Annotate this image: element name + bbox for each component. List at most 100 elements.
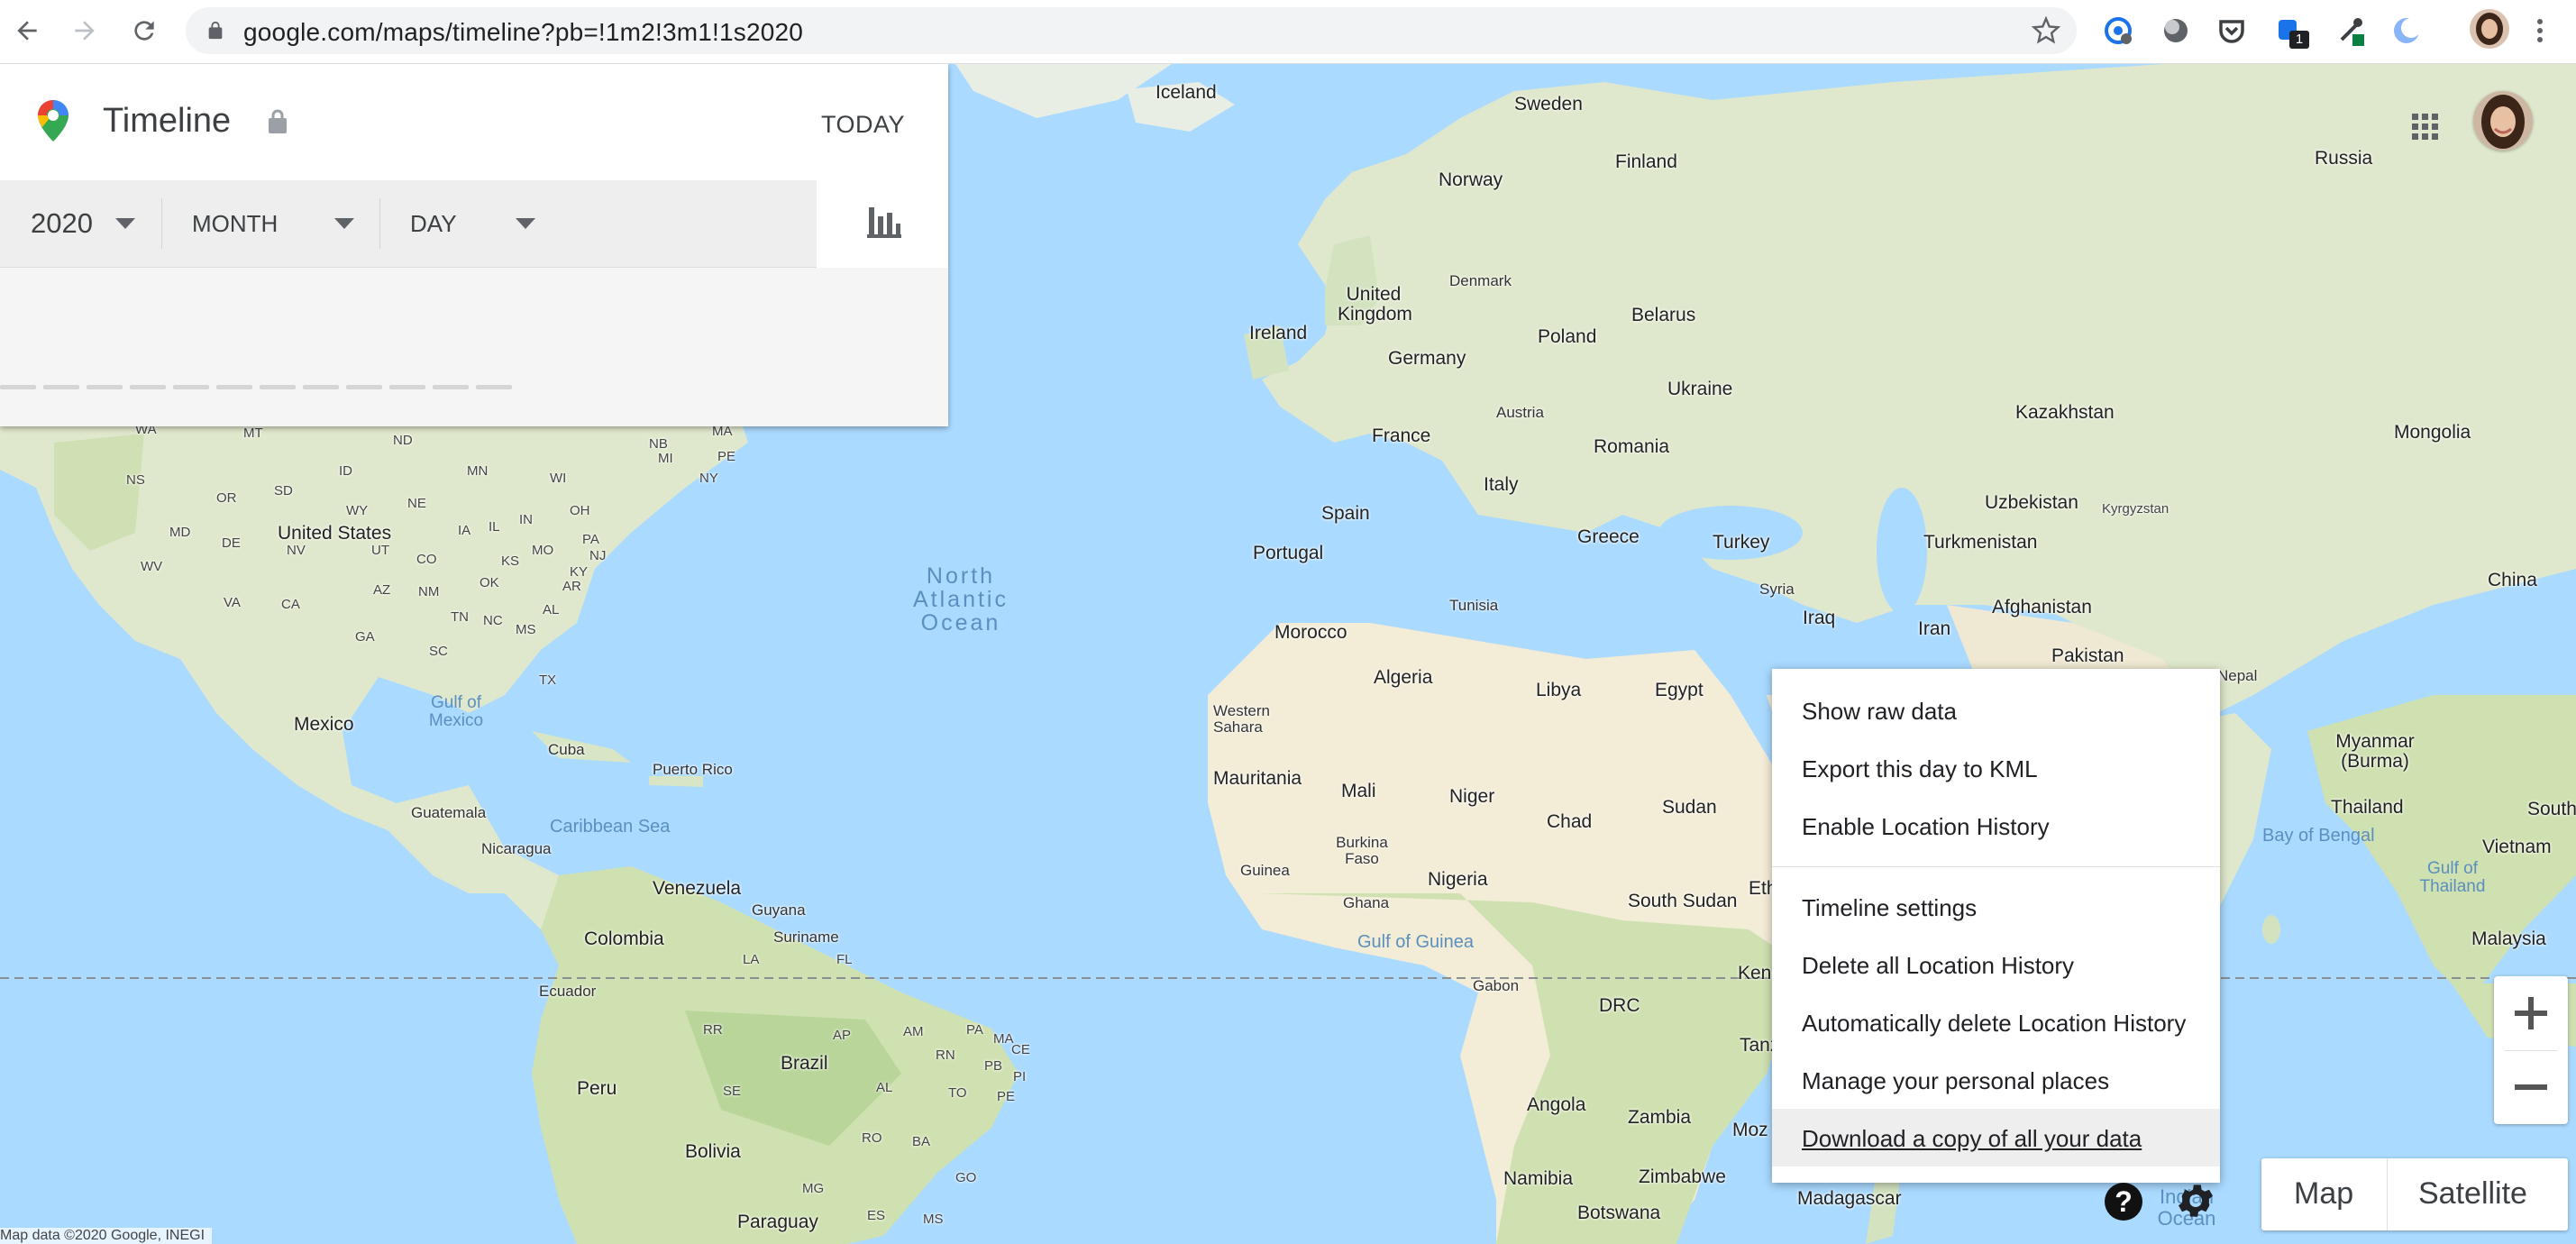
extension-tools-icon[interactable] bbox=[2334, 14, 2367, 47]
gear-icon bbox=[2179, 1185, 2213, 1217]
map-label: South bbox=[2527, 799, 2576, 819]
map-label: Nicaragua bbox=[481, 840, 552, 857]
settings-gear-button[interactable] bbox=[2174, 1179, 2217, 1222]
back-button[interactable] bbox=[9, 13, 45, 49]
menu-item-export-kml[interactable]: Export this day to KML bbox=[1772, 739, 2220, 797]
sea-label: Bay of Bengal bbox=[2262, 826, 2375, 846]
state-label: MG bbox=[802, 1181, 825, 1196]
state-label: PA bbox=[582, 532, 599, 547]
sea-label: Gulf of Thailand bbox=[2419, 859, 2486, 896]
map-type-control: Map Satellite bbox=[2261, 1158, 2568, 1230]
profile-avatar[interactable] bbox=[2470, 9, 2509, 49]
state-label: KY bbox=[570, 564, 589, 580]
map-label: China bbox=[2488, 570, 2537, 590]
day-bar[interactable] bbox=[43, 385, 79, 389]
zoom-in-button[interactable] bbox=[2494, 976, 2568, 1050]
state-label: NM bbox=[418, 584, 440, 599]
map-label: Portugal bbox=[1253, 543, 1324, 563]
map-label: Burkina Faso bbox=[1336, 834, 1388, 867]
map-label: Madagascar bbox=[1797, 1188, 1902, 1209]
month-dropdown[interactable]: MONTH bbox=[192, 180, 372, 267]
pocket-icon[interactable] bbox=[2215, 14, 2248, 47]
forward-button[interactable] bbox=[67, 13, 103, 49]
star-icon[interactable] bbox=[2032, 16, 2060, 45]
arrow-right-icon bbox=[75, 21, 95, 41]
menu-item-timeline-settings[interactable]: Timeline settings bbox=[1772, 878, 2220, 936]
state-label: NY bbox=[699, 471, 718, 486]
year-value: 2020 bbox=[31, 207, 93, 239]
map-label: Mexico bbox=[294, 714, 354, 735]
state-label: PE bbox=[997, 1089, 1016, 1104]
url-text: google.com/maps/timeline?pb=!1m2!3m1!1s2… bbox=[243, 18, 804, 46]
menu-item-delete-all-history[interactable]: Delete all Location History bbox=[1772, 936, 2220, 993]
map-label: Ghana bbox=[1343, 894, 1390, 911]
map-label: Spain bbox=[1321, 503, 1370, 524]
extension-circle-icon[interactable] bbox=[2160, 14, 2192, 47]
day-bar[interactable] bbox=[260, 385, 296, 389]
day-bar[interactable] bbox=[476, 385, 512, 389]
menu-item-auto-delete-history[interactable]: Automatically delete Location History bbox=[1772, 993, 2220, 1051]
state-label: KS bbox=[501, 553, 520, 569]
state-label: ES bbox=[867, 1208, 886, 1223]
browser-menu-icon[interactable] bbox=[2529, 13, 2551, 45]
map-attribution: Map data ©2020 Google, INEGI bbox=[0, 1228, 213, 1244]
state-label: MS bbox=[923, 1212, 944, 1227]
day-bar[interactable] bbox=[130, 385, 166, 389]
year-dropdown[interactable]: 2020 bbox=[31, 180, 157, 267]
menu-item-manage-places[interactable]: Manage your personal places bbox=[1772, 1051, 2220, 1109]
menu-item-show-raw-data[interactable]: Show raw data bbox=[1772, 681, 2220, 739]
day-dropdown[interactable]: DAY bbox=[410, 180, 554, 267]
day-bar[interactable] bbox=[433, 385, 469, 389]
day-bar[interactable] bbox=[303, 385, 339, 389]
map-label: Malaysia bbox=[2471, 928, 2546, 949]
lock-icon bbox=[269, 109, 287, 133]
menu-item-enable-location-history[interactable]: Enable Location History bbox=[1772, 797, 2220, 855]
settings-menu: Show raw data Export this day to KML Ena… bbox=[1772, 669, 2220, 1183]
state-label: AM bbox=[903, 1024, 924, 1039]
reload-icon bbox=[134, 21, 154, 41]
day-bar[interactable] bbox=[346, 385, 382, 389]
google-maps-pin-icon bbox=[38, 100, 69, 142]
day-bar[interactable] bbox=[389, 385, 425, 389]
state-label: RN bbox=[936, 1047, 955, 1063]
extension-badge-icon[interactable]: 1 bbox=[2273, 14, 2309, 49]
state-label: PI bbox=[1013, 1069, 1027, 1084]
day-bar[interactable] bbox=[0, 385, 36, 389]
state-label: MT bbox=[243, 425, 263, 441]
map-label: Niger bbox=[1449, 786, 1495, 807]
state-label: SC bbox=[429, 644, 448, 659]
state-label: IN bbox=[519, 512, 533, 527]
state-label: ID bbox=[339, 463, 352, 479]
menu-item-download-data[interactable]: Download a copy of all your data bbox=[1772, 1109, 2220, 1166]
stats-button[interactable] bbox=[818, 180, 948, 267]
today-button[interactable]: TODAY bbox=[821, 111, 905, 139]
map-label: Nigeria bbox=[1428, 869, 1488, 890]
map-label: Algeria bbox=[1374, 667, 1433, 688]
map-label: United States bbox=[278, 523, 392, 544]
state-label: GA bbox=[355, 629, 375, 645]
state-label: LA bbox=[743, 952, 760, 967]
day-bar[interactable] bbox=[87, 385, 123, 389]
map-label: Cuba bbox=[548, 741, 585, 758]
google-apps-button[interactable] bbox=[2405, 106, 2444, 146]
map-view-button[interactable]: Map bbox=[2294, 1176, 2353, 1212]
state-label: CO bbox=[416, 552, 437, 567]
state-label: NV bbox=[287, 543, 306, 558]
state-label: CA bbox=[281, 597, 300, 612]
zoom-out-button[interactable] bbox=[2494, 1051, 2568, 1124]
month-label: MONTH bbox=[192, 209, 279, 237]
map-type-divider bbox=[2387, 1158, 2388, 1230]
state-label: WI bbox=[550, 471, 567, 486]
account-avatar[interactable] bbox=[2473, 91, 2533, 151]
reload-button[interactable] bbox=[126, 13, 162, 49]
map-label: Brazil bbox=[781, 1053, 828, 1074]
help-button[interactable]: ? bbox=[2105, 1183, 2142, 1221]
address-bar[interactable]: google.com/maps/timeline?pb=!1m2!3m1!1s2… bbox=[186, 7, 2077, 54]
day-bar[interactable] bbox=[173, 385, 209, 389]
extension-privacy-icon[interactable] bbox=[2102, 14, 2134, 47]
extension-crescent-icon[interactable] bbox=[2390, 14, 2423, 47]
day-label: DAY bbox=[410, 209, 457, 237]
map-label: Turkmenistan bbox=[1923, 532, 2038, 553]
satellite-view-button[interactable]: Satellite bbox=[2418, 1176, 2527, 1212]
day-bar[interactable] bbox=[216, 385, 252, 389]
